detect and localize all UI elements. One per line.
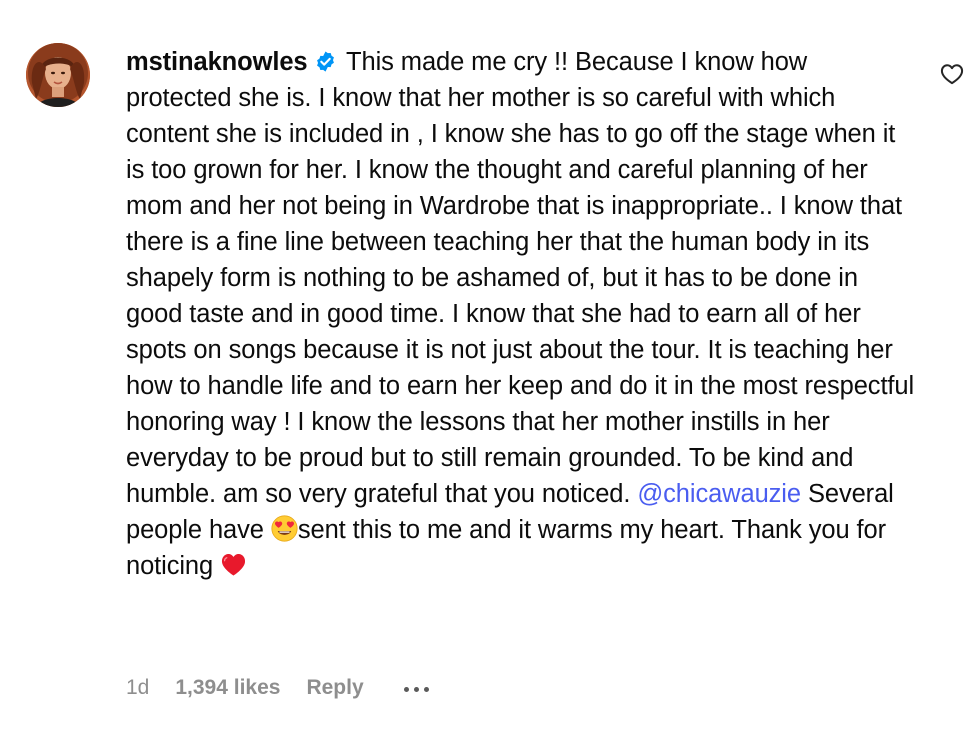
more-dot [403,686,409,692]
comment-text-part-1: This made me cry !! Because I know how p… [126,48,915,508]
heart-outline-icon[interactable] [940,62,964,86]
more-options-icon[interactable] [403,685,429,692]
timestamp[interactable]: 1d [126,676,149,700]
likes-count-link[interactable]: 1,394 likes [175,676,280,700]
verified-badge-icon [316,51,334,72]
mention-link[interactable]: @chicawauzie [637,480,801,508]
reply-button[interactable]: Reply [306,676,363,700]
more-dot [423,686,429,692]
red-heart-emoji [222,553,246,576]
more-dot [413,686,419,692]
comment-meta: 1d 1,394 likes Reply [126,672,429,704]
comment-body: mstinaknowles This made me cry !! Becaus… [126,44,916,584]
heart-eyes-emoji [271,515,298,542]
avatar[interactable] [26,43,90,107]
username-link[interactable]: mstinaknowles [126,48,308,76]
profile-photo [26,43,90,107]
